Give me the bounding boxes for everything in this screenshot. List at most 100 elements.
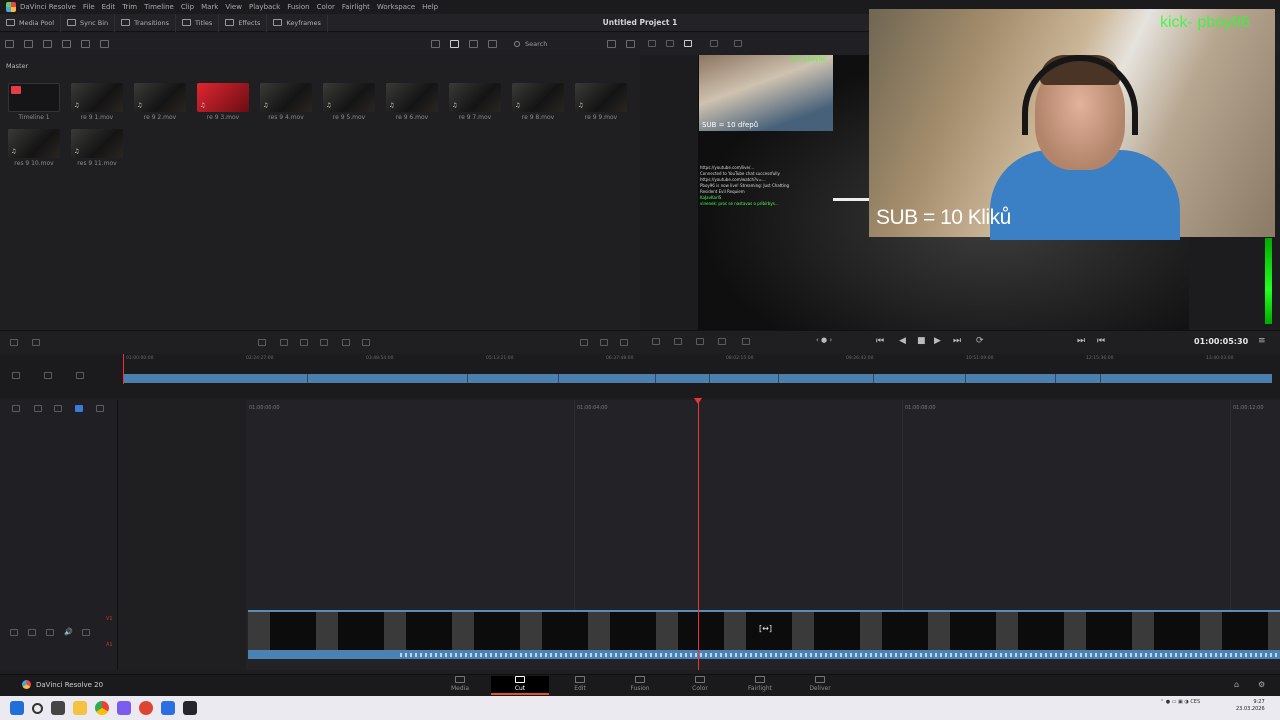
app-icon-blue[interactable] <box>161 701 175 715</box>
keyframes-button[interactable]: Keyframes <box>267 13 328 32</box>
menu-mark[interactable]: Mark <box>201 3 218 11</box>
snapping-icon[interactable] <box>75 405 83 412</box>
audio-mic-icon[interactable] <box>674 338 682 345</box>
close-viewer-icon[interactable] <box>734 40 742 47</box>
menu-view[interactable]: View <box>225 3 242 11</box>
stop-icon[interactable]: ■ <box>917 336 926 346</box>
media-clip[interactable]: ♫ res 9 10.mov <box>8 129 60 167</box>
redo-icon[interactable] <box>32 339 40 346</box>
playhead[interactable] <box>698 398 699 670</box>
media-clip[interactable]: ♫ re 9 2.mov <box>134 83 186 121</box>
media-clip[interactable]: ♫ re 9 6.mov <box>386 83 438 121</box>
menu-fusion[interactable]: Fusion <box>287 3 309 11</box>
menu-playback[interactable]: Playback <box>249 3 280 11</box>
place-on-top-icon[interactable] <box>342 339 350 346</box>
append-icon[interactable] <box>280 339 288 346</box>
undo-icon[interactable] <box>10 339 18 346</box>
track-lock-icon[interactable] <box>10 629 18 636</box>
titles-button[interactable]: Titles <box>176 13 220 32</box>
media-clip[interactable]: ♫ re 9 9.mov <box>575 83 627 121</box>
prev-edit-nav-icon[interactable]: ‹ ● › <box>816 336 832 344</box>
menu-edit[interactable]: Edit <box>102 3 116 11</box>
media-clip[interactable]: ♫ re 9 5.mov <box>323 83 375 121</box>
cloud-icon[interactable] <box>62 40 71 48</box>
task-view-icon[interactable] <box>51 701 65 715</box>
viewer-mode-icon[interactable] <box>710 40 718 47</box>
sort-icon[interactable] <box>607 40 616 48</box>
play-icon[interactable]: ▶ <box>934 336 941 346</box>
menu-fairlight[interactable]: Fairlight <box>342 3 370 11</box>
timeline-viewer-icon[interactable] <box>684 40 692 47</box>
menu-help[interactable]: Help <box>422 3 438 11</box>
lower-tool-icon-2[interactable] <box>34 405 42 412</box>
sync-bin-button[interactable]: Sync Bin <box>61 13 116 32</box>
obs-icon[interactable] <box>117 701 131 715</box>
windows-start-icon[interactable] <box>10 701 24 715</box>
settings-gear-icon[interactable]: ⚙ <box>1258 680 1265 689</box>
search-input[interactable]: Search <box>525 40 547 48</box>
search-box[interactable]: Search <box>514 38 596 49</box>
file-explorer-icon[interactable] <box>73 701 87 715</box>
tray-icons[interactable]: ⌃ ● ▭ ▣ ◑ <box>1160 699 1190 705</box>
media-pool-button[interactable]: Media Pool <box>0 13 62 32</box>
menu-file[interactable]: File <box>83 3 95 11</box>
media-clip[interactable]: ♫ re 9 3.mov <box>197 83 249 121</box>
list-view-icon[interactable] <box>431 40 440 48</box>
media-clip[interactable]: ♫ re 9 7.mov <box>449 83 501 121</box>
search-taskbar-icon[interactable] <box>32 702 43 714</box>
link-icon[interactable] <box>100 40 109 48</box>
go-to-start-icon[interactable]: ⏮ <box>876 336 884 346</box>
menu-clip[interactable]: Clip <box>181 3 194 11</box>
source-tape-icon[interactable] <box>666 40 674 47</box>
page-tab-media[interactable]: Media <box>431 676 489 692</box>
menu-color[interactable]: Color <box>317 3 335 11</box>
new-bin-icon[interactable] <box>43 40 52 48</box>
ripple-overwrite-icon[interactable] <box>300 339 308 346</box>
lower-tool-icon-1[interactable] <box>12 405 20 412</box>
metadata-view-icon[interactable] <box>488 40 497 48</box>
go-to-end-icon[interactable]: ⏭ <box>953 336 961 346</box>
lower-tool-icon-5[interactable] <box>96 405 104 412</box>
home-icon[interactable]: ⌂ <box>1234 680 1239 689</box>
smart-insert-icon[interactable] <box>258 339 266 346</box>
system-clock[interactable]: 9:27 23.03.2026 <box>1236 699 1265 713</box>
chrome-icon[interactable] <box>95 701 109 715</box>
menu-timeline[interactable]: Timeline <box>144 3 174 11</box>
davinci-taskbar-icon[interactable] <box>183 701 197 715</box>
track-headphone-icon[interactable] <box>46 629 54 636</box>
cut-tool-icon[interactable] <box>696 338 704 345</box>
media-clip[interactable]: ♫ re 9 1.mov <box>71 83 123 121</box>
reverse-play-icon[interactable]: ◀ <box>899 336 906 346</box>
media-clip[interactable]: ♫ res 9 4.mov <box>260 83 312 121</box>
smooth-cut-icon[interactable] <box>742 338 750 345</box>
effects-button[interactable]: Effects <box>219 13 268 32</box>
thumbnail-view-icon[interactable] <box>450 40 459 48</box>
page-tab-edit[interactable]: Edit <box>551 676 609 692</box>
page-tab-fairlight[interactable]: Fairlight <box>731 676 789 692</box>
filmstrip-view-icon[interactable] <box>469 40 478 48</box>
import-icon[interactable] <box>24 40 33 48</box>
media-clip[interactable]: ♫ re 9 8.mov <box>512 83 564 121</box>
loop-icon[interactable]: ⟳ <box>976 336 984 346</box>
speaker-icon[interactable]: 🔊 <box>64 628 73 636</box>
media-clip[interactable]: Timeline 1 <box>8 83 60 121</box>
menu-workspace[interactable]: Workspace <box>377 3 415 11</box>
page-tab-fusion[interactable]: Fusion <box>611 676 669 692</box>
zoom-icon[interactable] <box>620 339 628 346</box>
flag-icon[interactable] <box>600 339 608 346</box>
timeline-options-icon[interactable] <box>652 338 660 345</box>
media-clip[interactable]: ♫ res 9 11.mov <box>71 129 123 167</box>
page-tab-color[interactable]: Color <box>671 676 729 692</box>
upper-track-tool-icon[interactable] <box>44 372 52 379</box>
mark-out-icon[interactable]: ⏮ <box>1097 336 1105 346</box>
dissolve-icon[interactable] <box>718 338 726 345</box>
sidebar-toggle-icon[interactable] <box>5 40 14 48</box>
page-tab-cut[interactable]: Cut <box>491 676 549 695</box>
track-settings-icon[interactable] <box>12 372 20 379</box>
source-overwrite-icon[interactable] <box>362 339 370 346</box>
track-monitor-icon[interactable] <box>82 629 90 636</box>
close-up-icon[interactable] <box>320 339 328 346</box>
menu-trim[interactable]: Trim <box>122 3 137 11</box>
source-clip-icon[interactable] <box>648 40 656 47</box>
menu-icon[interactable]: ≡ <box>1258 336 1266 346</box>
